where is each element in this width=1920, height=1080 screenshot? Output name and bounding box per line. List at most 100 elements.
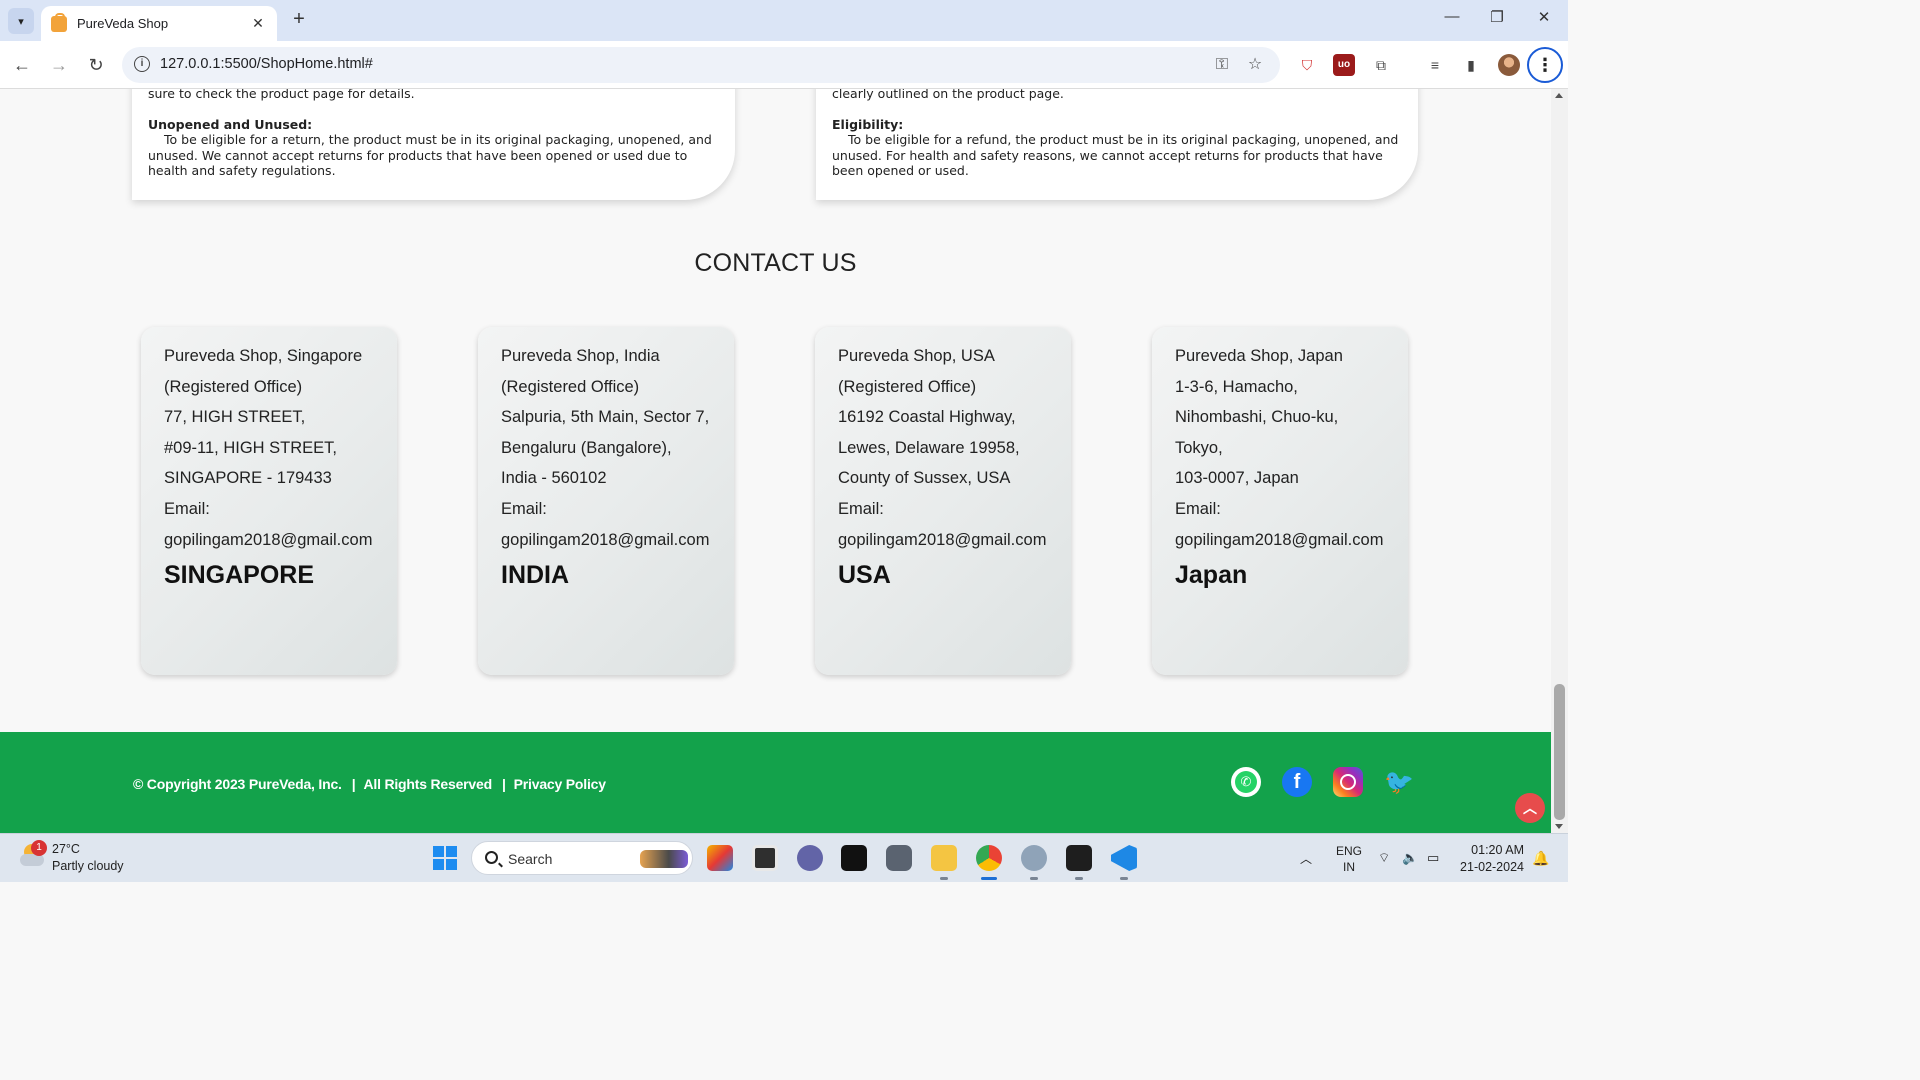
email-address[interactable]: gopilingam2018@gmail.com: [1175, 525, 1408, 556]
policy-text: To be eligible for a refund, the product…: [832, 132, 1399, 178]
scroll-down-arrow-icon[interactable]: [1555, 824, 1563, 829]
forward-button[interactable]: →: [47, 53, 71, 77]
privacy-policy-link[interactable]: Privacy Policy: [514, 776, 606, 792]
file-explorer-icon[interactable]: [931, 845, 957, 871]
country-name: Japan: [1175, 561, 1248, 590]
chrome-icon[interactable]: [976, 845, 1002, 871]
language-code: ENG: [1336, 844, 1363, 858]
vscode-icon[interactable]: [1111, 845, 1137, 871]
command-prompt-icon[interactable]: [1066, 845, 1092, 871]
close-icon[interactable]: ✕: [249, 15, 267, 32]
office-card-usa: Pureveda Shop, USA (Registered Office) 1…: [815, 327, 1071, 675]
address-line: (Registered Office): [164, 377, 303, 396]
app-running-indicator: [1030, 877, 1038, 880]
start-button[interactable]: [433, 846, 457, 870]
email-label: Email:: [1175, 499, 1221, 518]
site-info-icon[interactable]: i: [134, 56, 150, 72]
policy-text: sure to check the product page for detai…: [148, 89, 415, 101]
pocket-extension-icon[interactable]: ⛉: [1296, 54, 1318, 76]
language-indicator[interactable]: ENG IN: [1336, 843, 1362, 875]
battery-icon[interactable]: ▭: [1427, 850, 1439, 866]
back-to-top-button[interactable]: ︿: [1515, 793, 1545, 823]
email-address[interactable]: gopilingam2018@gmail.com: [838, 525, 1071, 556]
wifi-icon[interactable]: ⌔: [1378, 850, 1390, 866]
tab-search-button[interactable]: ▾: [8, 8, 34, 34]
system-clock[interactable]: 01:20 AM 21-02-2024: [1452, 842, 1524, 876]
profile-avatar[interactable]: [1498, 54, 1520, 76]
address-line: Pureveda Shop, USA: [838, 347, 995, 365]
restore-icon[interactable]: ❐: [1482, 8, 1512, 26]
email-address[interactable]: gopilingam2018@gmail.com: [501, 525, 734, 556]
scrollbar-thumb[interactable]: [1554, 684, 1565, 820]
chevron-up-icon[interactable]: ︿: [1300, 850, 1312, 867]
page-viewport: sure to check the product page for detai…: [0, 89, 1551, 833]
taskbar-search[interactable]: Search: [471, 841, 693, 875]
country-name: INDIA: [501, 561, 570, 590]
instagram-icon[interactable]: [1333, 767, 1363, 797]
extensions-puzzle-icon[interactable]: ⧉: [1370, 54, 1392, 76]
copilot-icon[interactable]: [707, 845, 733, 871]
minimize-icon[interactable]: —: [1437, 8, 1467, 25]
whatsapp-icon[interactable]: ✆: [1231, 767, 1261, 797]
address-line: Tokyo,: [1175, 438, 1223, 457]
weather-condition[interactable]: Partly cloudy: [52, 859, 124, 873]
address-line: 1-3-6, Hamacho,: [1175, 377, 1298, 396]
reload-button[interactable]: ↻: [84, 53, 108, 77]
return-policy-card: sure to check the product page for detai…: [132, 89, 735, 200]
policy-heading: Unopened and Unused:: [148, 117, 313, 132]
browser-menu-button[interactable]: ⋮: [1527, 47, 1563, 83]
notification-bell-icon[interactable]: 🔔: [1532, 850, 1549, 867]
country-name: SINGAPORE: [164, 561, 315, 590]
app-running-indicator: [1075, 877, 1083, 880]
search-highlight-image: [640, 850, 688, 868]
site-footer: © Copyright 2023 PureVeda, Inc. | All Righ…: [0, 732, 1551, 833]
scroll-up-arrow-icon[interactable]: [1555, 93, 1563, 98]
address-line: County of Sussex, USA: [838, 469, 1011, 488]
search-icon: [485, 851, 498, 864]
office-card-japan: Pureveda Shop, Japan 1-3-6, Hamacho, Nih…: [1152, 327, 1408, 675]
address-line: India - 560102: [501, 469, 607, 488]
terminal-app-icon[interactable]: [841, 845, 867, 871]
facebook-icon[interactable]: f: [1282, 767, 1312, 797]
address-line: 16192 Coastal Highway,: [838, 408, 1016, 427]
browser-tab[interactable]: PureVeda Shop ✕: [41, 6, 277, 41]
policy-text: clearly outlined on the product page.: [832, 89, 1064, 101]
office-card-india: Pureveda Shop, India (Registered Office)…: [478, 327, 734, 675]
star-icon[interactable]: ☆: [1245, 55, 1265, 75]
address-line: Lewes, Delaware 19958,: [838, 438, 1020, 457]
weather-badge: 1: [31, 840, 47, 856]
back-button[interactable]: ←: [10, 53, 34, 77]
media-control-icon[interactable]: ≡: [1424, 54, 1446, 76]
key-icon[interactable]: ⚿: [1212, 55, 1232, 75]
address-line: Pureveda Shop, India: [501, 347, 660, 365]
address-line: 103-0007, Japan: [1175, 469, 1299, 488]
email-address[interactable]: gopilingam2018@gmail.com: [164, 525, 397, 556]
clock-time: 01:20 AM: [1471, 843, 1524, 857]
address-line: Salpuria, 5th Main, Sector 7,: [501, 408, 710, 427]
task-view-icon[interactable]: [752, 845, 778, 871]
ublock-extension-icon[interactable]: uo: [1333, 54, 1355, 76]
twitter-icon[interactable]: 🐦: [1384, 767, 1414, 797]
address-bar[interactable]: i 127.0.0.1:5500/ShopHome.html# ⚿ ☆: [122, 47, 1280, 83]
office-card-singapore: Pureveda Shop, Singapore (Registered Off…: [141, 327, 397, 675]
page-scrollbar[interactable]: [1551, 89, 1568, 833]
url-text[interactable]: 127.0.0.1:5500/ShopHome.html#: [160, 56, 373, 72]
contact-title: CONTACT US: [694, 249, 857, 277]
browser-tab-bar: ▾ PureVeda Shop ✕ + — ❐ ✕: [0, 0, 1568, 41]
settings-gear-icon[interactable]: [1021, 845, 1047, 871]
email-label: Email:: [164, 499, 210, 518]
address-line: Pureveda Shop, Singapore: [164, 347, 363, 365]
search-label: Search: [508, 851, 553, 867]
refund-policy-card: clearly outlined on the product page. El…: [816, 89, 1418, 200]
volume-icon[interactable]: 🔈: [1402, 850, 1418, 866]
browser-toolbar: ← → ↻ i 127.0.0.1:5500/ShopHome.html# ⚿ …: [0, 41, 1568, 89]
temperature[interactable]: 27°C: [52, 842, 80, 856]
address-line: SINGAPORE - 179433: [164, 469, 332, 488]
teams-icon[interactable]: [797, 845, 823, 871]
app-running-indicator: [1120, 877, 1128, 880]
window-close-icon[interactable]: ✕: [1529, 8, 1559, 26]
camera-icon[interactable]: [886, 845, 912, 871]
new-tab-button[interactable]: +: [288, 8, 310, 31]
side-panel-icon[interactable]: ▮: [1460, 54, 1482, 76]
copyright-text: © Copyright 2023 PureVeda, Inc.: [133, 776, 342, 792]
